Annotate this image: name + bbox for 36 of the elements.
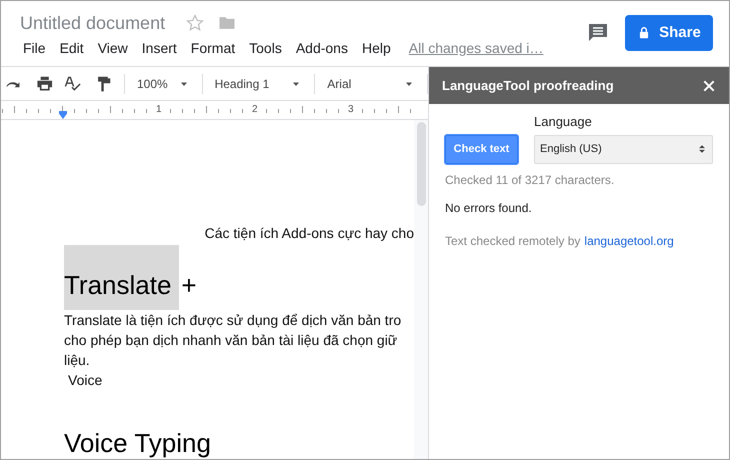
menu-item[interactable]: Insert: [138, 38, 180, 58]
font-dropdown[interactable]: Arial: [319, 70, 424, 96]
save-status-link[interactable]: All changes saved i…: [408, 38, 544, 58]
language-select[interactable]: English (US): [534, 134, 713, 164]
menu-item[interactable]: Add-ons: [292, 38, 351, 58]
menu-item[interactable]: File: [20, 38, 49, 58]
print-icon[interactable]: [34, 74, 54, 94]
ruler-number: 1: [156, 104, 162, 116]
document-text: cho phép bạn dịch nhanh văn bản tài liệu đã chọn giữ: [64, 331, 398, 350]
scrollbar-thumb[interactable]: [416, 122, 426, 206]
document-text: Các tiện ích Add-ons cực hay cho: [204, 224, 414, 242]
menu-item[interactable]: Help: [358, 38, 394, 58]
panel-title: LanguageTool proofreading: [442, 76, 614, 95]
heading-text: Voice Typing: [64, 428, 211, 458]
heading-text: +: [181, 270, 197, 302]
style-dropdown[interactable]: Heading 1: [206, 70, 310, 96]
ruler-number: 3: [348, 104, 354, 116]
language-label: Language: [534, 113, 593, 131]
ruler-number: 2: [252, 104, 258, 116]
languagetool-link[interactable]: languagetool.org: [584, 232, 674, 250]
close-icon[interactable]: [702, 78, 716, 92]
heading-text: Translate: [64, 245, 180, 310]
result-text: No errors found.: [445, 200, 533, 216]
menu-item[interactable]: Tools: [246, 38, 285, 58]
document-text: Translate là tiện ích được sử dụng để dịch văn bản tro: [64, 311, 402, 330]
menu-item[interactable]: Edit: [56, 38, 87, 58]
checked-info-text: Checked 11 of 3217 characters.: [445, 172, 616, 188]
footer-text: Text checked remotely by: [445, 232, 580, 250]
menu-item[interactable]: Format: [188, 38, 238, 58]
share-button[interactable]: Share: [625, 15, 713, 51]
document-text: liệu.: [64, 351, 91, 370]
menu-item[interactable]: View: [94, 38, 131, 58]
star-icon[interactable]: [185, 13, 206, 33]
document-title[interactable]: Untitled document: [20, 11, 166, 35]
zoom-dropdown[interactable]: 100%: [128, 70, 198, 96]
document-text: Voice: [67, 371, 104, 390]
